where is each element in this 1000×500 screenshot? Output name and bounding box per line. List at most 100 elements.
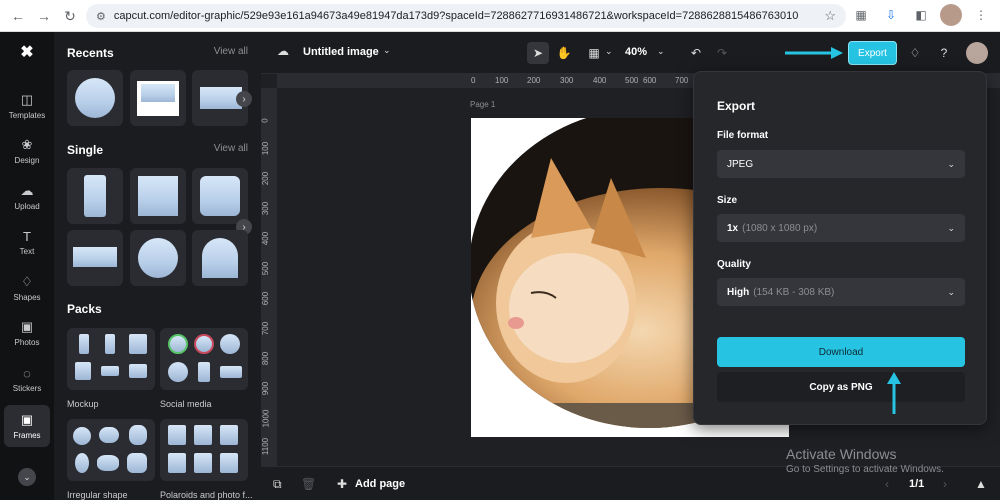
zoom-chevron-down-icon[interactable]: ⌄ [657,46,665,57]
rail-item-frames[interactable]: ▣ Frames [4,405,50,447]
recent-frame-circle[interactable] [67,70,123,126]
ruler-tick: 1000 [261,409,271,428]
download-icon[interactable]: ⇩ [880,4,902,26]
delete-page-icon[interactable]: 🗑 [301,477,316,491]
shield-icon[interactable]: ♢ [904,42,926,64]
rail-item-shapes[interactable]: ♢ Shapes [4,268,50,308]
file-format-label: File format [717,130,769,141]
hand-tool-icon[interactable]: ✋ [553,42,575,64]
pack-polaroids[interactable] [160,419,248,481]
redo-icon[interactable]: ↷ [711,42,733,64]
rail-item-stickers[interactable]: ◌ Stickers [4,359,50,399]
shapes-icon: ♢ [21,274,33,289]
size-select[interactable]: 1x (1080 x 1080 px) ⌄ [717,214,965,242]
pack-irregular-shape[interactable] [67,419,155,481]
left-rail: ✖ ◫ Templates ❀ Design ☁ Upload T Text ♢… [0,32,54,500]
layout-chevron-down-icon[interactable]: ⌄ [605,46,613,57]
single-frame-circle[interactable] [130,230,186,286]
collapse-icon[interactable]: ▲ [975,477,987,491]
document-title[interactable]: Untitled image [303,46,379,58]
extensions-icon[interactable]: ▦ [850,4,872,26]
download-button[interactable]: Download [717,337,965,367]
ruler-tick: 900 [261,381,271,396]
pack-social-media[interactable] [160,328,248,390]
rail-label: Text [19,246,35,256]
ruler-tick: 500 [261,261,271,276]
file-format-value: JPEG [727,158,754,170]
duplicate-page-icon[interactable]: ⧉ [273,477,282,492]
single-view-all[interactable]: View all [214,143,248,154]
upload-icon: ☁ [20,183,34,198]
ruler-tick: 400 [261,231,271,246]
next-page-icon[interactable]: › [943,477,947,491]
file-format-select[interactable]: JPEG ⌄ [717,150,965,178]
browser-toolbar: ← → ↻ ⚙ capcut.com/editor-graphic/529e93… [0,0,1000,32]
text-icon: T [23,228,31,244]
recent-frame-polaroid[interactable] [130,70,186,126]
add-page-button[interactable]: Add page [355,478,405,490]
recents-view-all[interactable]: View all [214,46,248,57]
forward-icon[interactable]: → [32,4,56,28]
cloud-sync-icon[interactable]: ☁ [277,44,289,58]
rail-label: Stickers [12,383,42,393]
rail-more-button[interactable]: ⌄ [18,468,36,486]
title-chevron-down-icon[interactable]: ⌄ [383,45,391,56]
single-frame-wide[interactable] [67,230,123,286]
activate-windows-title: Activate Windows [786,446,897,462]
rail-item-photos[interactable]: ▣ Photos [4,313,50,353]
ruler-tick: 500 [625,76,639,85]
rail-item-templates[interactable]: ◫ Templates [4,86,50,126]
pack-mockup[interactable] [67,328,155,390]
rail-item-design[interactable]: ❀ Design [4,131,50,171]
address-bar[interactable]: ⚙ capcut.com/editor-graphic/529e93e161a9… [86,4,846,28]
pointer-arrow-annotation [785,47,843,59]
user-avatar[interactable] [966,42,988,64]
single-frame-phone[interactable] [67,168,123,224]
prev-page-icon[interactable]: ‹ [885,477,889,491]
ruler-tick: 600 [643,76,657,85]
menu-icon[interactable]: ⋮ [970,4,992,26]
templates-icon: ◫ [20,92,34,107]
quality-label: Quality [717,259,751,270]
back-icon[interactable]: ← [6,4,30,28]
single-frame-rounded[interactable] [192,168,248,224]
rail-label: Shapes [13,293,41,302]
frames-icon: ▣ [20,412,34,427]
export-button[interactable]: Export [848,41,897,65]
rail-item-upload[interactable]: ☁ Upload [4,177,50,217]
size-label: Size [717,195,738,206]
ruler-tick: 0 [260,118,270,123]
size-value: 1x [727,222,739,234]
ruler-tick: 300 [560,76,574,85]
add-page-icon: ✚ [337,477,348,491]
size-detail: (1080 x 1080 px) [742,222,818,234]
ruler-tick: 600 [261,291,271,306]
zoom-level[interactable]: 40% [625,46,647,58]
export-popover: Export File format JPEG ⌄ Size 1x (1080 … [693,71,987,425]
url-text: capcut.com/editor-graphic/529e93e161a946… [113,10,799,22]
select-tool-icon[interactable]: ➤ [527,42,549,64]
single-frame-square[interactable] [130,168,186,224]
rail-item-text[interactable]: T Text [4,222,50,262]
rail-label: Photos [14,338,40,347]
pointer-arrow-annotation [887,372,901,414]
layout-icon[interactable]: ▦ [583,42,605,64]
chevron-down-icon: ⌄ [947,286,955,297]
pack-label: Irregular shape [67,490,128,500]
recents-next-icon[interactable]: › [236,91,252,107]
ruler-tick: 0 [471,76,476,85]
copy-as-png-button[interactable]: Copy as PNG [717,372,965,402]
bookmark-star-icon[interactable]: ☆ [824,8,836,24]
capcut-logo[interactable]: ✖ [16,42,38,64]
rail-label: Frames [13,431,41,440]
reload-icon[interactable]: ↻ [58,4,82,28]
sidepanel-icon[interactable]: ◧ [910,4,932,26]
export-title: Export [717,99,756,113]
help-icon[interactable]: ? [933,42,955,64]
single-frame-arch[interactable] [192,230,248,286]
quality-select[interactable]: High (154 KB - 308 KB) ⌄ [717,278,965,306]
ruler-tick: 200 [261,171,271,186]
profile-avatar[interactable] [940,4,962,26]
site-info-icon[interactable]: ⚙ [96,10,106,23]
undo-icon[interactable]: ↶ [685,42,707,64]
